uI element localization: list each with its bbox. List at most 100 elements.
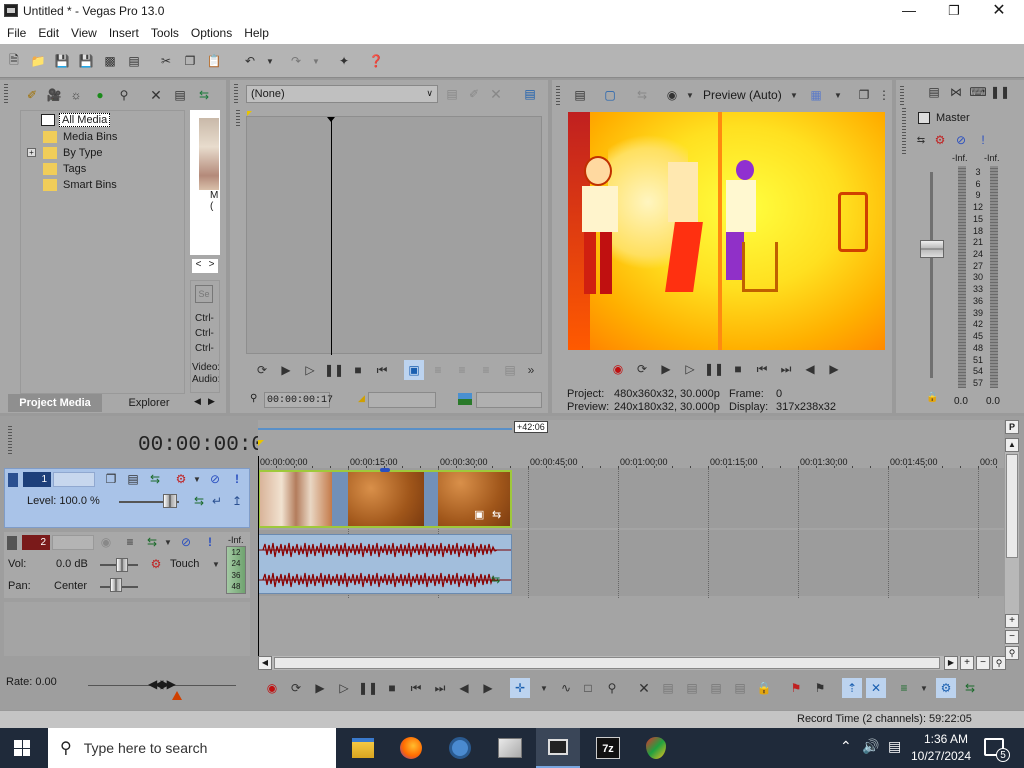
clip-fx-icon[interactable]: ⇆ xyxy=(492,508,501,521)
render-as-icon[interactable]: ▩ xyxy=(100,51,120,71)
menu-edit[interactable]: Edit xyxy=(38,22,65,44)
master-mute-icon[interactable]: ⊘ xyxy=(954,130,968,150)
master-fx-settings-icon[interactable]: ⚙ xyxy=(933,130,947,150)
menu-help[interactable]: Help xyxy=(244,22,275,44)
menu-view[interactable]: View xyxy=(71,22,103,44)
master-fader-track[interactable] xyxy=(930,172,933,378)
mixer-more-icon[interactable]: ❚❚ xyxy=(990,82,1010,102)
preview-next-frame-icon[interactable]: ▶ xyxy=(824,359,844,379)
save-icon[interactable]: 💾 xyxy=(52,51,72,71)
trim-end-icon[interactable]: ▤ xyxy=(706,678,726,698)
redo-icon[interactable]: ↷ xyxy=(286,51,306,71)
stop-icon[interactable]: ■ xyxy=(382,678,402,698)
master-fader-handle[interactable] xyxy=(920,240,944,258)
selection-tool-icon[interactable]: □ xyxy=(578,678,598,698)
tab-project-media[interactable]: Project Media xyxy=(8,394,102,412)
arm-record-icon[interactable]: ◉ xyxy=(96,532,116,552)
split-icon[interactable]: ▤ xyxy=(730,678,750,698)
thumb-scroll-left-icon[interactable]: < xyxy=(192,259,205,273)
external-monitor-icon[interactable]: ▢ xyxy=(600,85,620,105)
play-icon[interactable]: ▷ xyxy=(334,678,354,698)
undo-icon[interactable]: ↶ xyxy=(240,51,260,71)
audio-track-header[interactable]: 2 ◉ ≡ ⇆ ▼ ⊘ ! -Inf. Vol: 0.0 dB ⚙ Touch … xyxy=(4,532,250,598)
trimmer-fit-icon[interactable]: ▤ xyxy=(500,360,520,380)
trimmer-select-icon[interactable]: ▣ xyxy=(404,360,424,380)
automation-settings-icon[interactable]: ⚙ xyxy=(146,554,166,574)
capture-video-icon[interactable]: 🎥 xyxy=(44,85,64,105)
tree-item-all-media[interactable]: All Media xyxy=(41,112,111,128)
timeline-ruler[interactable]: +42:06 00:00:00;00 00:00:15;00 00:00:30;… xyxy=(258,420,1004,468)
automation-mode-dropdown-icon[interactable]: ▼ xyxy=(206,554,226,574)
save-as-icon[interactable]: 💾 xyxy=(76,51,96,71)
trimmer-clear-icon[interactable]: ✕ xyxy=(486,84,506,104)
video-clip[interactable]: ▣ ⇆ xyxy=(258,470,512,528)
master-fx-icon[interactable]: ⇆ xyxy=(914,130,928,150)
video-solo-icon[interactable]: ! xyxy=(227,469,247,489)
scroll-right-icon[interactable]: ▶ xyxy=(944,656,958,670)
trimmer-overwrite-icon[interactable]: ≡ xyxy=(476,360,496,380)
7zip-taskbar-icon[interactable]: 7z xyxy=(596,737,620,759)
audio-clip[interactable]: ⇆ xyxy=(258,534,512,594)
new-project-icon[interactable]: 🗎 xyxy=(4,51,24,71)
network-icon[interactable]: ▤ xyxy=(888,738,901,755)
cut-icon[interactable]: ✂ xyxy=(156,51,176,71)
trimmer-stop-icon[interactable]: ■ xyxy=(348,360,368,380)
audio-solo-icon[interactable]: ! xyxy=(200,532,220,552)
normal-edit-tool-icon[interactable]: ✛ xyxy=(510,678,530,698)
edit-tool-dropdown-icon[interactable]: ▼ xyxy=(534,678,554,698)
show-hidden-icons-icon[interactable]: ⌃ xyxy=(840,738,852,755)
rate-slider-handle-icon[interactable]: ◀◀▶▶ xyxy=(148,677,176,691)
audio-mute-icon[interactable]: ⊘ xyxy=(176,532,196,552)
next-frame-icon[interactable]: ▶ xyxy=(478,678,498,698)
trimmer-play-from-start-icon[interactable]: ▶ xyxy=(276,360,296,380)
mixer-properties-icon[interactable]: ▤ xyxy=(924,82,944,102)
trimmer-loop-icon[interactable]: ⟳ xyxy=(252,360,272,380)
menu-tools[interactable]: Tools xyxy=(151,22,185,44)
get-photos-icon[interactable]: ☼ xyxy=(66,85,86,105)
timeline-horizontal-scrollbar[interactable]: ◀ ▶ + − ⚲ xyxy=(258,656,1006,670)
get-media-web-icon[interactable]: ● xyxy=(90,85,110,105)
tree-item-tags[interactable]: Tags xyxy=(43,161,86,177)
audio-invert-icon[interactable]: ≡ xyxy=(120,532,140,552)
delete-icon[interactable]: ✕ xyxy=(634,678,654,698)
preview-go-end-icon[interactable]: ⏭ xyxy=(776,359,796,379)
preview-quality-dropdown-icon[interactable]: ▼ xyxy=(680,85,700,105)
undo-dropdown-icon[interactable]: ▼ xyxy=(260,51,280,71)
trimmer-view[interactable] xyxy=(246,111,542,355)
track-collapse-icon[interactable] xyxy=(8,473,18,487)
master-solo-icon[interactable]: ! xyxy=(976,130,990,150)
child-motion-icon[interactable]: ↥ xyxy=(227,491,247,511)
clock-time[interactable]: 1:36 AM xyxy=(918,732,974,746)
preview-prev-frame-icon[interactable]: ◀ xyxy=(800,359,820,379)
trimmer-add-icon[interactable]: ▤ xyxy=(442,84,462,104)
video-track-header[interactable]: 1 ❐ ▤ ⇆ ⚙ ▼ ⊘ ! Level: 100.0 % ⇆ ↵ ↥ xyxy=(4,468,250,528)
record-icon[interactable]: ◉ xyxy=(262,678,282,698)
open-folder-icon[interactable]: 📁 xyxy=(28,51,48,71)
close-button[interactable]: ✕ xyxy=(983,0,1015,22)
redo-dropdown-icon[interactable]: ▼ xyxy=(306,51,326,71)
shield-app-taskbar-icon[interactable] xyxy=(646,737,666,759)
tab-scroll-left-icon[interactable]: ◀ xyxy=(194,396,201,407)
preview-pause-icon[interactable]: ❚❚ xyxy=(704,359,724,379)
trim-icon[interactable]: ▤ xyxy=(658,678,678,698)
video-track-name-field[interactable] xyxy=(53,472,95,487)
audio-track-collapse-icon[interactable] xyxy=(7,536,17,550)
mixer-downmix-icon[interactable]: ⋈ xyxy=(946,82,966,102)
split-screen-icon[interactable]: ⇆ xyxy=(632,85,652,105)
pan-slider-handle[interactable] xyxy=(110,578,122,592)
trimmer-pause-icon[interactable]: ❚❚ xyxy=(324,360,344,380)
overlays-dropdown-icon[interactable]: ▼ xyxy=(828,85,848,105)
scroll-up-icon[interactable]: ▲ xyxy=(1005,438,1019,452)
menu-file[interactable]: File xyxy=(7,22,32,44)
zoom-out-horizontal-icon[interactable]: − xyxy=(976,656,990,670)
remove-media-icon[interactable]: ✕ xyxy=(146,85,166,105)
parent-motion-icon[interactable]: ↵ xyxy=(207,491,227,511)
preview-stop-icon[interactable]: ■ xyxy=(728,359,748,379)
clip-fade-handle[interactable] xyxy=(380,468,390,472)
trimmer-more-icon[interactable]: » xyxy=(521,360,541,380)
media-fx-icon[interactable]: ⇆ xyxy=(194,85,214,105)
loop-playback-icon[interactable]: ⟳ xyxy=(286,678,306,698)
preview-quality-icon[interactable]: ◉ xyxy=(662,85,682,105)
photos-taskbar-icon[interactable] xyxy=(498,738,522,758)
track-motion-dropdown-icon[interactable]: ▼ xyxy=(187,469,207,489)
